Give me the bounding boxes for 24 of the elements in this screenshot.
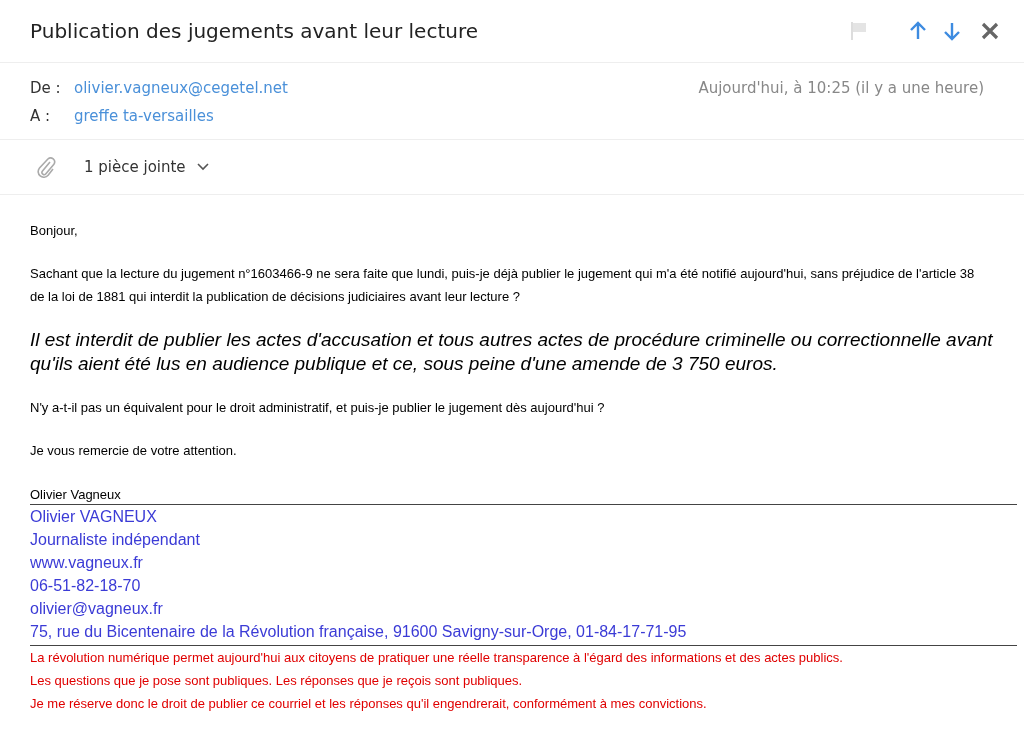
sender-link[interactable]: olivier.vagneux@cegetel.net [74, 79, 288, 97]
notice-line: Je me réserve donc le droit de publier ce courriel et les réponses qu'il engendrerait, conformément à mes convictions. [30, 696, 707, 711]
date-text: Aujourd'hui, à 10:25 (il y a une heure) [698, 79, 984, 97]
body-paragraph: N'y a-t-il pas un équivalent pour le droit administratif, et puis-je publier le jugement dès aujourd'hui ? [30, 399, 606, 417]
from-label: De : [30, 79, 62, 97]
attachments-toggle[interactable]: 1 pièce jointe [84, 158, 210, 176]
body-paragraph: Sachant que la lecture du jugement n°1603466-9 ne sera faite que lundi, puis-je déjà publier le jugement qui m'a été notifié aujourd'hui, sans préjudice de l'article 38 de la loi de 1881 qui interdit la publication de décisions judiciaires avant leur lecture ? [30, 265, 976, 306]
email-subject: Publication des jugements avant leur lecture [30, 19, 479, 43]
chevron-down-icon [195, 162, 210, 172]
signature-name: Olivier Vagneux [30, 486, 1017, 505]
quote-paragraph: Il est interdit de publier les actes d'accusation et tous autres actes de procédure criminelle ou correctionnelle avant qu'ils aient été lus en audience publique et ce, sous peine d'une amende de 3 750 euros. [30, 328, 994, 376]
signature-line: 06-51-82-18-70 [30, 577, 141, 594]
signature-line: Journaliste indépendant [30, 531, 200, 548]
body-paragraph: Bonjour, [30, 222, 79, 240]
notice-line: La révolution numérique permet aujourd'hui aux citoyens de pratiquer une réelle transparence à l'égard des informations et des actes publics. [30, 650, 843, 665]
signature-line: 75, rue du Bicentenaire de la Révolution française, 91600 Savigny-sur-Orge, 01-84-17-71-95 [30, 623, 687, 640]
body-paragraph: Je vous remercie de votre attention. [30, 442, 238, 460]
paperclip-icon [36, 156, 56, 178]
notice-line: Les questions que je pose sont publiques. Les réponses que je reçois sont publiques. [30, 673, 523, 688]
signature-line: Olivier VAGNEUX [30, 508, 157, 525]
signature-line: www.vagneux.fr [30, 554, 143, 571]
recipient-link[interactable]: greffe ta-versailles [74, 107, 214, 125]
signature-line: olivier@vagneux.fr [30, 600, 163, 617]
to-label: A : [30, 107, 52, 125]
